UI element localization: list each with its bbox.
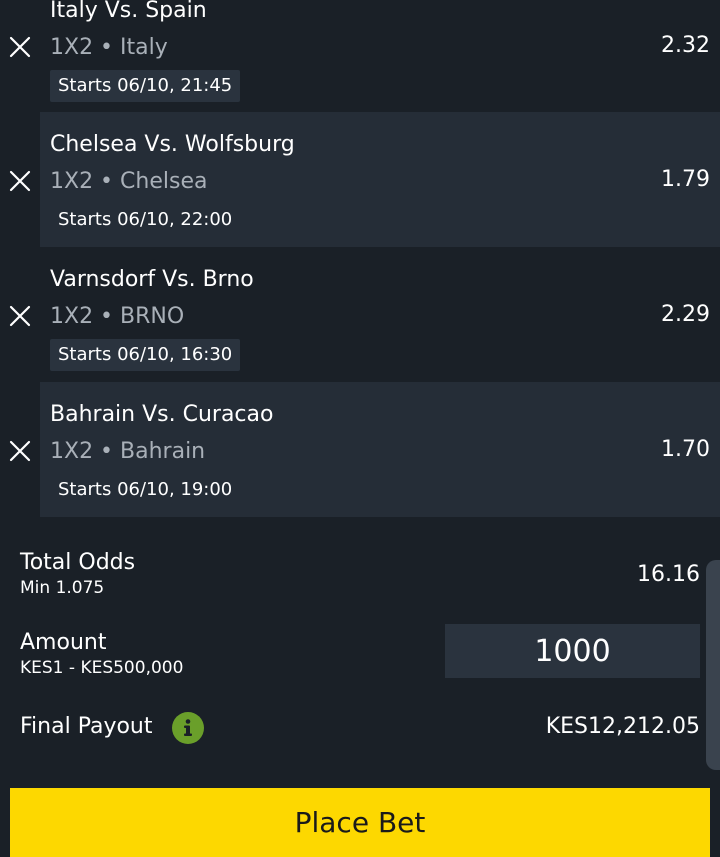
close-icon <box>9 36 31 58</box>
selection-label: 1X2 • Italy <box>50 35 168 60</box>
info-glyph <box>184 719 192 736</box>
amount-input[interactable] <box>445 624 700 678</box>
place-bet-button[interactable]: Place Bet <box>10 788 710 857</box>
remove-bet-button[interactable] <box>8 169 32 193</box>
match-title: Varnsdorf Vs. Brno <box>50 267 254 292</box>
start-time-badge: Starts 06/10, 21:45 <box>50 70 241 102</box>
selection-label: 1X2 • Bahrain <box>50 439 206 464</box>
final-payout-value: KES12,212.05 <box>545 714 700 739</box>
bet-odds: 1.79 <box>661 167 710 192</box>
total-odds-label: Total Odds <box>20 550 136 575</box>
close-icon <box>9 440 31 462</box>
match-title: Bahrain Vs. Curacao <box>50 402 274 427</box>
side-panel-handle[interactable] <box>706 560 720 770</box>
selection-label: 1X2 • BRNO <box>50 304 185 329</box>
bet-item: Italy Vs. Spain 1X2 • Italy Starts 06/10… <box>0 0 720 113</box>
final-payout-label: Final Payout <box>20 714 153 739</box>
remove-bet-button[interactable] <box>8 439 32 463</box>
betslip-page: Italy Vs. Spain 1X2 • Italy Starts 06/10… <box>0 0 720 857</box>
min-odds-label: Min 1.075 <box>20 578 105 598</box>
bet-odds: 2.29 <box>661 302 710 327</box>
remove-bet-button[interactable] <box>8 35 32 59</box>
start-time-badge: Starts 06/10, 19:00 <box>58 479 233 500</box>
info-icon[interactable] <box>172 712 204 744</box>
remove-bet-button[interactable] <box>8 304 32 328</box>
close-icon <box>9 170 31 192</box>
amount-label: Amount <box>20 630 107 655</box>
amount-range-label: KES1 - KES500,000 <box>20 658 184 678</box>
bet-item: Varnsdorf Vs. Brno 1X2 • BRNO Starts 06/… <box>0 247 720 382</box>
bet-item: Bahrain Vs. Curacao 1X2 • Bahrain Starts… <box>0 382 720 517</box>
match-title: Chelsea Vs. Wolfsburg <box>50 132 295 157</box>
match-title: Italy Vs. Spain <box>50 0 207 23</box>
bet-odds: 2.32 <box>661 33 710 58</box>
start-time-badge: Starts 06/10, 22:00 <box>58 209 233 230</box>
selection-label: 1X2 • Chelsea <box>50 169 208 194</box>
total-odds-value: 16.16 <box>637 562 700 587</box>
bet-item: Chelsea Vs. Wolfsburg 1X2 • Chelsea Star… <box>0 112 720 247</box>
bet-odds: 1.70 <box>661 437 710 462</box>
close-icon <box>9 305 31 327</box>
start-time-badge: Starts 06/10, 16:30 <box>50 339 241 371</box>
